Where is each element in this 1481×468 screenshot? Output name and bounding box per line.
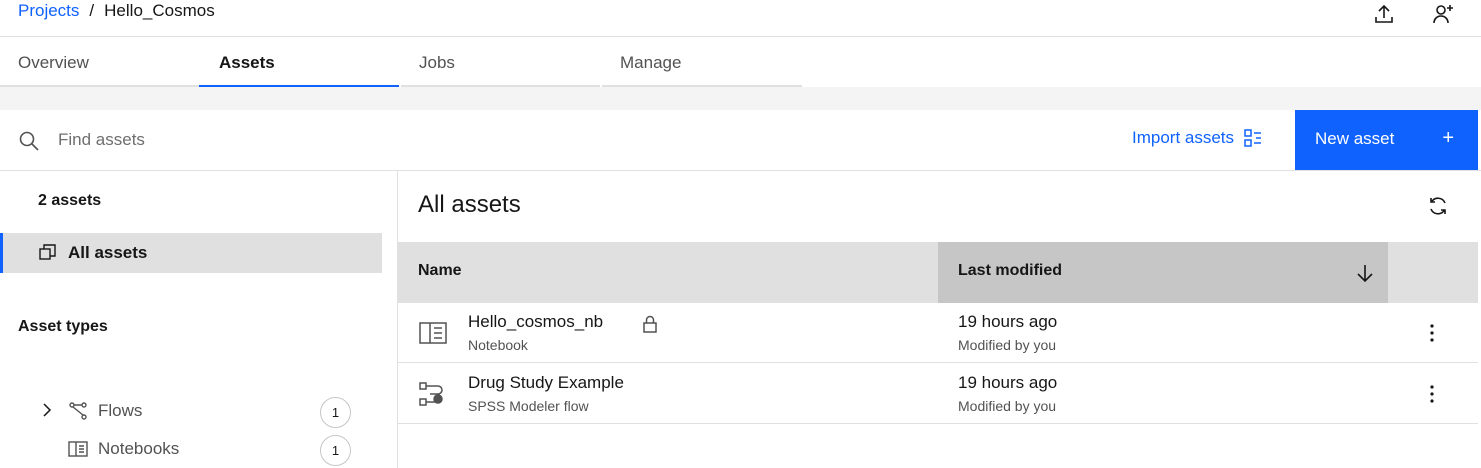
import-assets-label: Import assets [1132, 128, 1235, 147]
sort-descending-icon[interactable] [1354, 262, 1376, 284]
table-row[interactable]: Hello_cosmos_nb Notebook 19 hours ago Mo… [398, 303, 1478, 363]
tab-assets[interactable]: Assets [199, 37, 399, 87]
asset-count: 2 assets [38, 192, 102, 209]
flows-count-badge: 1 [320, 397, 351, 428]
breadcrumb-projects-link[interactable]: Projects [18, 1, 79, 21]
page-title: All assets [418, 191, 521, 218]
sidebar-item-flows[interactable]: Flows 1 [40, 397, 360, 428]
modified-by: Modified by you [958, 398, 1057, 414]
assets-toolbar: Import assets New asset + [0, 110, 1481, 171]
asset-types-title: Asset types [18, 318, 108, 335]
column-header-name[interactable]: Name [418, 262, 462, 280]
breadcrumb-separator: / [89, 1, 95, 20]
tab-overview[interactable]: Overview [0, 37, 199, 87]
add-user-icon[interactable] [1431, 2, 1455, 26]
assets-table-header: Name Last modified [398, 242, 1478, 303]
refresh-icon[interactable] [1427, 195, 1449, 217]
breadcrumb: Projects / Hello_Cosmos [18, 1, 215, 21]
upload-icon[interactable] [1372, 2, 1396, 26]
top-bar: Projects / Hello_Cosmos [0, 0, 1481, 37]
sidebar-item-all-assets[interactable]: All assets [0, 233, 382, 273]
modified-by: Modified by you [958, 337, 1057, 353]
tab-jobs-label: Jobs [419, 53, 455, 72]
breadcrumb-current-project: Hello_Cosmos [104, 1, 215, 20]
plus-icon: + [1442, 127, 1454, 149]
overflow-menu-icon[interactable] [1420, 382, 1444, 406]
column-header-last-modified[interactable]: Last modified [938, 242, 1388, 303]
asset-type: SPSS Modeler flow [468, 398, 589, 414]
asset-name-link[interactable]: Hello_cosmos_nb [468, 312, 603, 332]
modeler-flow-icon [419, 382, 443, 406]
notebook-icon [419, 322, 447, 344]
table-row[interactable]: Drug Study Example SPSS Modeler flow 19 … [398, 364, 1478, 424]
last-modified-time: 19 hours ago [958, 373, 1058, 392]
lock-icon [643, 315, 657, 333]
asset-sidebar: 2 assets All assets Asset types Flows 1 … [0, 171, 398, 468]
tab-assets-label: Assets [219, 53, 275, 72]
asset-type: Notebook [468, 337, 528, 353]
flows-icon [69, 402, 87, 420]
notebook-icon [68, 441, 88, 457]
notebooks-count-badge: 1 [320, 435, 351, 466]
column-header-last-modified-label: Last modified [958, 262, 1063, 279]
tab-manage-label: Manage [620, 53, 682, 72]
tab-manage[interactable]: Manage [602, 37, 802, 87]
search-icon [19, 131, 39, 151]
import-assets-button[interactable]: Import assets [1132, 128, 1262, 148]
chevron-right-icon[interactable] [40, 402, 54, 418]
import-icon [1244, 129, 1262, 147]
tab-overview-label: Overview [18, 53, 89, 72]
last-modified-time: 19 hours ago [958, 312, 1058, 331]
tab-divider-band [0, 87, 1481, 110]
project-tabs: Overview Assets Jobs Manage [0, 37, 802, 87]
sidebar-item-notebooks-label: Notebooks [98, 439, 180, 458]
sidebar-item-notebooks[interactable]: Notebooks 1 [40, 435, 360, 466]
asset-name-link[interactable]: Drug Study Example [468, 373, 624, 393]
search-input[interactable] [58, 124, 658, 156]
copy-icon [39, 244, 56, 260]
new-asset-label: New asset [1315, 129, 1395, 148]
sidebar-item-flows-label: Flows [98, 401, 143, 420]
tab-jobs[interactable]: Jobs [401, 37, 600, 87]
sidebar-item-all-assets-label: All assets [68, 243, 148, 262]
new-asset-button[interactable]: New asset + [1295, 110, 1478, 170]
overflow-menu-icon[interactable] [1420, 321, 1444, 345]
